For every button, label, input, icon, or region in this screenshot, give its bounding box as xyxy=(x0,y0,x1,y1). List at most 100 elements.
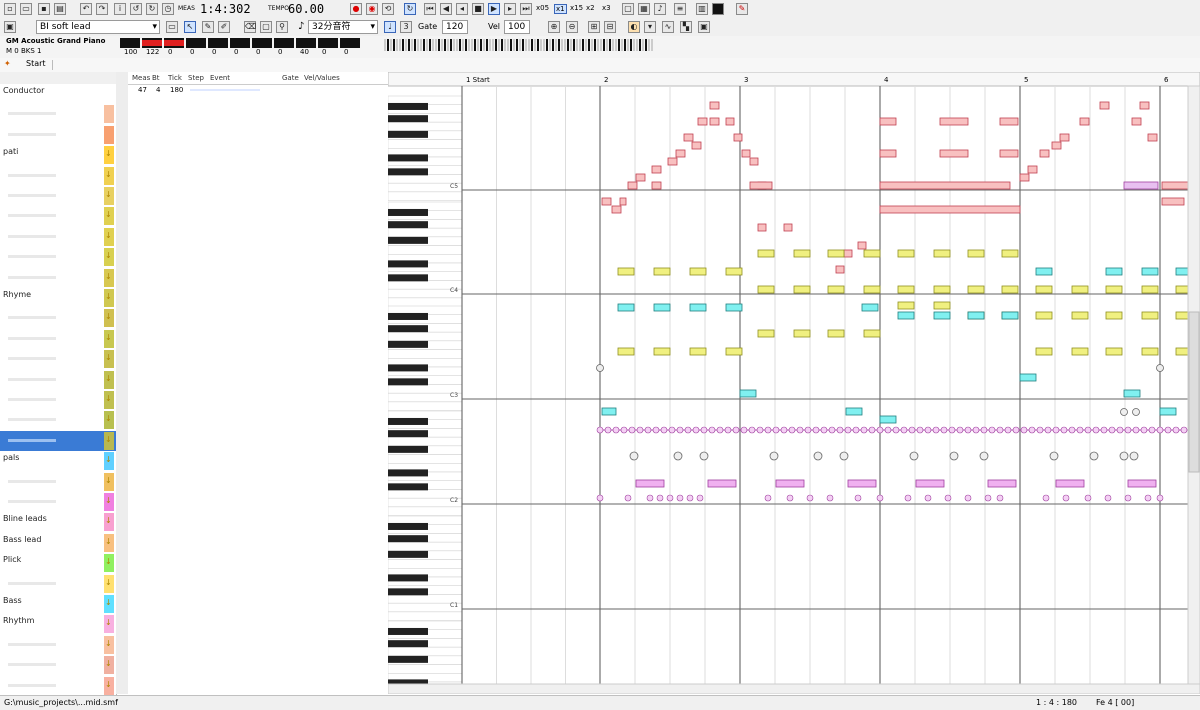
pointer-tool-icon[interactable]: ↖ xyxy=(184,21,196,33)
dot-note[interactable] xyxy=(1164,426,1172,434)
note[interactable] xyxy=(749,181,773,190)
note[interactable] xyxy=(939,149,969,158)
dot-note[interactable] xyxy=(686,494,694,502)
note[interactable] xyxy=(651,181,662,190)
track-row[interactable]: ↓ xyxy=(0,308,116,328)
dot-note[interactable] xyxy=(1108,426,1116,434)
black-key[interactable] xyxy=(388,340,428,348)
note[interactable] xyxy=(675,149,686,158)
dot-note[interactable] xyxy=(636,426,644,434)
note[interactable] xyxy=(611,205,622,214)
note[interactable] xyxy=(933,301,951,310)
dot-note[interactable] xyxy=(932,426,940,434)
note[interactable] xyxy=(1051,141,1062,150)
track-row[interactable]: ↓ xyxy=(0,655,116,675)
dot-note[interactable] xyxy=(1124,426,1132,434)
mini-key[interactable] xyxy=(393,39,395,51)
black-key[interactable] xyxy=(388,445,428,453)
roll-hscroll[interactable] xyxy=(388,683,1200,694)
note[interactable] xyxy=(1159,407,1177,416)
mini-key[interactable] xyxy=(480,39,482,51)
dot-note[interactable] xyxy=(1148,426,1156,434)
dot-note[interactable] xyxy=(1028,426,1036,434)
dot-note[interactable] xyxy=(884,426,892,434)
print-icon[interactable]: ▤ xyxy=(54,3,66,15)
note[interactable] xyxy=(1039,149,1050,158)
note[interactable] xyxy=(757,223,767,232)
zoom-x05[interactable]: x05 xyxy=(536,4,549,12)
record-icon[interactable]: ● xyxy=(350,3,362,15)
grid-icon[interactable]: ▥ xyxy=(696,3,708,15)
white-key[interactable] xyxy=(388,646,463,657)
dot-note[interactable] xyxy=(996,426,1004,434)
note[interactable] xyxy=(739,389,757,398)
note[interactable] xyxy=(741,149,751,158)
mini-key[interactable] xyxy=(564,39,566,51)
note[interactable] xyxy=(933,311,951,320)
mini-key[interactable] xyxy=(606,39,608,51)
note[interactable] xyxy=(697,117,708,126)
white-key[interactable] xyxy=(388,506,463,516)
dot-note[interactable] xyxy=(740,426,748,434)
mini-key[interactable] xyxy=(645,39,647,51)
stop-icon[interactable]: ■ xyxy=(472,3,484,15)
dot-note[interactable] xyxy=(780,426,788,434)
mini-key[interactable] xyxy=(600,39,602,51)
dot-note[interactable] xyxy=(826,494,834,502)
note[interactable] xyxy=(915,479,945,488)
dot-note[interactable] xyxy=(1036,426,1044,434)
note[interactable] xyxy=(619,197,627,206)
track-row[interactable]: ↓ xyxy=(0,574,116,594)
dot-note[interactable] xyxy=(788,426,796,434)
black-key[interactable] xyxy=(388,522,428,530)
track-row[interactable]: Plick ↓ xyxy=(0,553,116,573)
dot-note[interactable] xyxy=(980,426,988,434)
measure-ruler[interactable] xyxy=(388,72,1200,87)
dot-note[interactable] xyxy=(596,426,604,434)
folder-icon[interactable]: ▭ xyxy=(166,21,178,33)
mini-key[interactable] xyxy=(420,39,422,51)
white-key[interactable] xyxy=(388,245,463,255)
mini-key[interactable] xyxy=(603,39,605,51)
track-row[interactable]: Rhythm ↓ xyxy=(0,614,116,634)
dot-note[interactable] xyxy=(1044,426,1052,434)
zoom-v-out-icon[interactable]: ⊟ xyxy=(604,21,616,33)
zoom-x15[interactable]: x15 xyxy=(570,4,583,12)
mini-key[interactable] xyxy=(585,39,587,51)
dot-note[interactable] xyxy=(804,426,812,434)
note[interactable] xyxy=(897,301,915,310)
note[interactable] xyxy=(1035,285,1053,294)
note[interactable] xyxy=(617,303,635,312)
black-key[interactable] xyxy=(388,550,428,558)
note[interactable] xyxy=(1161,197,1185,206)
loop-icon[interactable]: ⟲ xyxy=(382,3,394,15)
col-meas[interactable]: Meas xyxy=(132,74,150,82)
new-file-icon[interactable]: ▫ xyxy=(4,3,16,15)
dot-note[interactable] xyxy=(1076,426,1084,434)
black-key[interactable] xyxy=(388,325,428,333)
note[interactable] xyxy=(709,101,720,110)
note[interactable] xyxy=(653,303,671,312)
note[interactable] xyxy=(757,285,775,294)
mixer-icon[interactable]: ▚ xyxy=(680,21,692,33)
note[interactable] xyxy=(725,117,735,126)
info-icon[interactable]: i xyxy=(114,3,126,15)
note[interactable] xyxy=(653,347,671,356)
dot-note[interactable] xyxy=(652,426,660,434)
mini-key[interactable] xyxy=(570,39,572,51)
zoom-in-icon[interactable]: ⊕ xyxy=(548,21,560,33)
track-row[interactable]: Rhyme ↓ xyxy=(0,288,116,308)
zoom-x3[interactable]: x3 xyxy=(602,4,611,12)
note[interactable] xyxy=(835,265,845,274)
dot-note[interactable] xyxy=(844,426,852,434)
zoom-tool-icon[interactable]: ⚲ xyxy=(276,21,288,33)
black-key[interactable] xyxy=(388,574,428,582)
white-key[interactable] xyxy=(388,227,463,238)
track-row[interactable]: ↓ xyxy=(0,247,116,267)
mini-key[interactable] xyxy=(636,39,638,51)
col-tick[interactable]: Tick xyxy=(168,74,182,82)
dot-note[interactable] xyxy=(900,426,908,434)
dot-note[interactable] xyxy=(624,494,632,502)
mini-key[interactable] xyxy=(648,39,650,51)
dot-note[interactable] xyxy=(1156,426,1164,434)
